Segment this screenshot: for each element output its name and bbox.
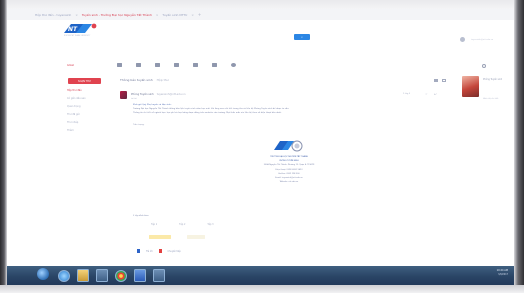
sidebar: Hộp thư đến Có gắn dấu sao Quan trọng Th… <box>67 89 86 132</box>
attachment-thumbnail[interactable] <box>187 235 205 239</box>
sidebar-item-sent[interactable]: Thư đã gửi <box>67 113 86 116</box>
body-paragraph: Thông tin chi tiết về ngành học, học phí… <box>133 112 282 114</box>
screen: Hộp thư đến - tuyensinh × Tuyển sinh - T… <box>7 9 514 285</box>
contact-name[interactable]: Phòng Tuyển sinh <box>483 78 502 81</box>
label-icon[interactable] <box>212 63 217 67</box>
spam-icon[interactable] <box>155 63 160 67</box>
message-date: 9 thg 3 <box>403 93 411 95</box>
signature-website-link[interactable]: Website: ntt.edu.vn <box>280 181 299 183</box>
reply-icon[interactable]: ↩ <box>434 92 437 96</box>
word-icon[interactable] <box>134 269 146 282</box>
signature-line: PHÒNG TUYỂN SINH <box>279 160 299 163</box>
monitor-bezel-top <box>0 0 524 9</box>
message-body: Kính gửi Quý Phụ huynh và Học sinh, Trườ… <box>133 104 289 114</box>
subject-tag[interactable]: Hộp thư <box>157 78 169 82</box>
star-icon[interactable]: ☆ <box>425 92 428 96</box>
chrome-icon[interactable] <box>115 269 127 282</box>
folder-icon[interactable] <box>193 63 198 67</box>
windows-taskbar: 10:24 AM 3/9/2017 <box>7 266 514 285</box>
close-icon[interactable]: × <box>75 13 78 17</box>
logo-caption: NGUYEN TAT THANH UNIVERSITY <box>64 36 91 37</box>
gmail-header: NT NGUYEN TAT THANH UNIVERSITY <box>7 20 514 40</box>
delete-icon[interactable] <box>174 63 179 67</box>
signature-email-link[interactable]: Email: tuyensinh@ntt.edu.vn <box>275 177 302 179</box>
recipient-line[interactable]: tới tôi <box>131 98 137 100</box>
body-greeting: Kính gửi Quý Phụ huynh và Học sinh, <box>133 104 172 106</box>
browser-tab[interactable]: Tuyển sinh NTTU <box>162 13 187 17</box>
gear-icon[interactable] <box>482 64 486 68</box>
account-email[interactable]: tuyensinh@ntt.edu.vn <box>471 39 493 41</box>
attachments-title: 2 tệp đính kèm <box>133 215 149 217</box>
sidebar-item-more[interactable]: Thêm <box>67 129 86 132</box>
apps-grid-icon[interactable] <box>460 37 465 42</box>
close-icon[interactable]: × <box>156 13 159 17</box>
new-tab-button[interactable]: + <box>198 12 201 17</box>
internet-explorer-icon[interactable] <box>58 269 70 282</box>
sidebar-item-drafts[interactable]: Thư nháp <box>67 121 86 124</box>
attachment-item[interactable]: Tệp 1 <box>151 223 157 226</box>
sidebar-item-starred[interactable]: Có gắn dấu sao <box>67 97 86 100</box>
media-player-icon[interactable] <box>96 269 108 282</box>
compose-button[interactable]: SOẠN THƯ <box>68 78 101 84</box>
attachment-item[interactable]: Tệp 2 <box>179 223 185 226</box>
signature-line: Điện thoại: (028) 6261 9423 <box>275 168 303 171</box>
attachment-item[interactable]: Tệp 3 <box>207 223 213 226</box>
contact-photo <box>462 76 479 97</box>
browser-tab-active[interactable]: Tuyển sinh - Trường Đại học Nguyễn Tất T… <box>82 13 152 17</box>
reply-link[interactable]: Trả lời <box>146 250 153 253</box>
attachment-list: Tệp 1 Tệp 2 Tệp 3 <box>151 223 214 226</box>
signature-block: TRƯỜNG ĐẠI HỌC NGUYỄN TẤT THÀNH PHÒNG TU… <box>237 156 341 183</box>
forward-link[interactable]: Chuyển tiếp <box>168 250 181 253</box>
gmail-menu-label[interactable]: Gmail <box>67 64 74 67</box>
signature-line: 300A Nguyễn Tất Thành, Phường 13, Quận 4… <box>263 164 315 167</box>
signoff: Trân trọng, <box>133 124 145 126</box>
archive-icon[interactable] <box>136 63 141 67</box>
signature-line: Hotline: 0902 298 300 <box>278 172 300 175</box>
app-icon[interactable] <box>153 269 165 282</box>
attachment-thumbnail[interactable] <box>149 235 171 239</box>
monitor-bezel-right <box>514 0 524 293</box>
search-icon: ⌕ <box>301 34 303 39</box>
message-subject: Thông báo tuyển sinh Hộp thư <box>120 78 169 82</box>
reply-icon <box>137 249 140 253</box>
forward-icon <box>158 249 162 253</box>
browser-tab[interactable]: Hộp thư đến - tuyensinh <box>35 13 71 17</box>
contact-details-link[interactable]: Hiển thị chi tiết <box>483 98 498 100</box>
svg-text:NT: NT <box>68 26 78 33</box>
reply-bar: Trả lời Chuyển tiếp <box>137 249 181 253</box>
system-tray: 10:24 AM 3/9/2017 <box>497 269 508 276</box>
sidebar-item-important[interactable]: Quan trọng <box>67 105 86 108</box>
sender-name[interactable]: Phòng Tuyển sinh <box>131 93 154 96</box>
sender-line: Phòng Tuyển sinh tuyensinh@ntt.edu.vn <box>131 93 185 96</box>
browser-tab-strip: Hộp thư đến - tuyensinh × Tuyển sinh - T… <box>7 9 514 20</box>
back-icon[interactable] <box>117 63 122 67</box>
signature-logo <box>274 140 303 152</box>
more-icon[interactable] <box>231 63 236 67</box>
signature-line: TRƯỜNG ĐẠI HỌC NGUYỄN TẤT THÀNH <box>270 156 308 158</box>
body-paragraph: Trường Đại học Nguyễn Tất Thành thông bá… <box>133 108 290 110</box>
subject-text: Thông báo tuyển sinh <box>120 78 153 82</box>
file-explorer-icon[interactable] <box>77 269 89 282</box>
clock-time[interactable]: 10:24 AM <box>497 269 508 272</box>
sidebar-item-inbox[interactable]: Hộp thư đến <box>67 89 86 92</box>
search-button[interactable]: ⌕ <box>294 34 310 40</box>
print-icon[interactable] <box>434 79 438 82</box>
sender-address: tuyensinh@ntt.edu.vn <box>156 93 186 96</box>
close-icon[interactable]: × <box>191 13 194 17</box>
start-button[interactable] <box>37 268 49 280</box>
account-area: tuyensinh@ntt.edu.vn <box>460 37 493 42</box>
new-window-icon[interactable] <box>442 79 446 82</box>
clock-date[interactable]: 3/9/2017 <box>498 273 508 276</box>
monitor-bezel-left <box>0 0 7 293</box>
sender-avatar <box>120 91 127 99</box>
message-toolbar <box>117 63 236 67</box>
university-logo: NT <box>64 23 97 33</box>
monitor-bezel-bottom <box>0 285 524 293</box>
